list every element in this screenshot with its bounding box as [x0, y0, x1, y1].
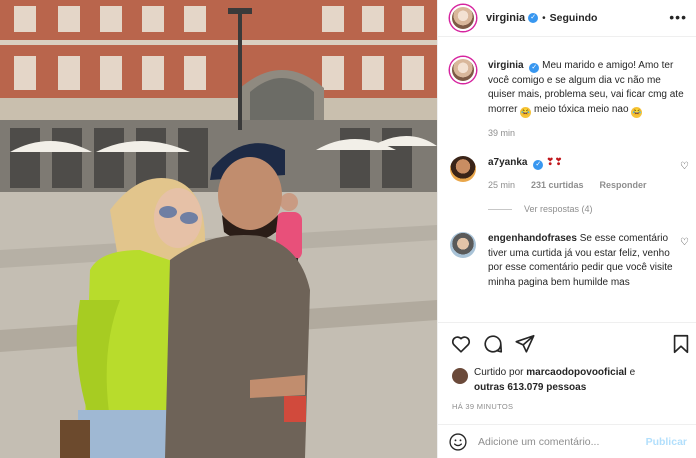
- comment-meta: 25 min 231 curtidas Responder: [488, 180, 673, 190]
- reply-button[interactable]: Responder: [600, 180, 647, 190]
- post-sidebar: virginia ✓ • Seguindo ••• virginia ✓ Meu…: [437, 0, 696, 458]
- avatar[interactable]: [452, 368, 468, 384]
- divider: [488, 208, 512, 210]
- emoji-icon[interactable]: [448, 432, 468, 452]
- comment-icon[interactable]: [482, 333, 504, 355]
- likes-others[interactable]: outras 613.079 pessoas: [474, 382, 586, 393]
- verified-icon: ✓: [528, 13, 539, 23]
- follow-status-button[interactable]: Seguindo: [550, 12, 598, 24]
- rofl-emoji-icon: 😂: [520, 106, 532, 118]
- caption: virginia ✓ Meu marido e amigo! Amo ter v…: [438, 47, 696, 138]
- separator-dot: •: [542, 12, 546, 24]
- avatar[interactable]: [450, 57, 476, 83]
- view-replies-label[interactable]: Ver respostas (4): [524, 204, 593, 214]
- view-replies[interactable]: Ver respostas (4): [488, 204, 696, 214]
- share-icon[interactable]: [514, 333, 536, 355]
- post-header: virginia ✓ • Seguindo •••: [438, 0, 696, 37]
- post-timestamp[interactable]: HÁ 39 MINUTOS: [452, 402, 513, 411]
- caption-body-2: meio tóxica meio nao: [534, 103, 629, 115]
- verified-icon: ✓: [533, 159, 544, 170]
- comment-time: 25 min: [488, 180, 516, 190]
- heart-exclamation-emoji-icon: ❣❣: [546, 156, 563, 168]
- caption-username[interactable]: virginia: [488, 60, 524, 71]
- caption-text: virginia ✓ Meu marido e amigo! Amo ter v…: [488, 47, 687, 118]
- likes-user[interactable]: marcaodopovooficial: [526, 367, 627, 378]
- post-photo-illustration: [0, 0, 437, 458]
- bookmark-icon[interactable]: [670, 333, 692, 355]
- likes-summary: Curtido por marcaodopovooficial e outras…: [452, 366, 635, 395]
- comments-list[interactable]: virginia ✓ Meu marido e amigo! Amo ter v…: [438, 47, 696, 321]
- comment-item: a7yanka ✓ ❣❣ 25 min 231 curtidas Respond…: [438, 155, 696, 190]
- avatar[interactable]: [450, 232, 476, 258]
- avatar[interactable]: [450, 5, 476, 31]
- heart-icon[interactable]: ♡: [680, 161, 689, 172]
- comment-text: a7yanka ✓ ❣❣: [488, 156, 673, 171]
- comment-text: engenhandofrases Se esse comentário tive…: [488, 232, 673, 290]
- heart-icon[interactable]: ♡: [680, 237, 689, 248]
- likes-conj: e: [629, 367, 636, 378]
- comment-likes[interactable]: 231 curtidas: [531, 180, 584, 190]
- post-photo[interactable]: [0, 0, 437, 458]
- caption-time: 39 min: [488, 127, 516, 138]
- action-bar: [438, 322, 696, 368]
- comment-input[interactable]: [478, 435, 646, 448]
- heart-icon[interactable]: [450, 333, 472, 355]
- rofl-emoji-icon: 😂: [631, 106, 643, 118]
- more-icon[interactable]: •••: [669, 9, 687, 25]
- comment-item: engenhandofrases Se esse comentário tive…: [438, 232, 696, 290]
- avatar[interactable]: [450, 155, 476, 182]
- comment-username[interactable]: engenhandofrases: [488, 233, 577, 244]
- publish-button[interactable]: Publicar: [646, 436, 687, 448]
- likes-prefix: Curtido por: [474, 367, 524, 378]
- likes-text: Curtido por marcaodopovooficial e outras…: [474, 366, 635, 395]
- verified-icon: ✓: [529, 63, 540, 73]
- comment-username[interactable]: a7yanka: [488, 157, 527, 168]
- author-username[interactable]: virginia: [486, 12, 525, 24]
- add-comment-bar: Publicar: [438, 424, 696, 458]
